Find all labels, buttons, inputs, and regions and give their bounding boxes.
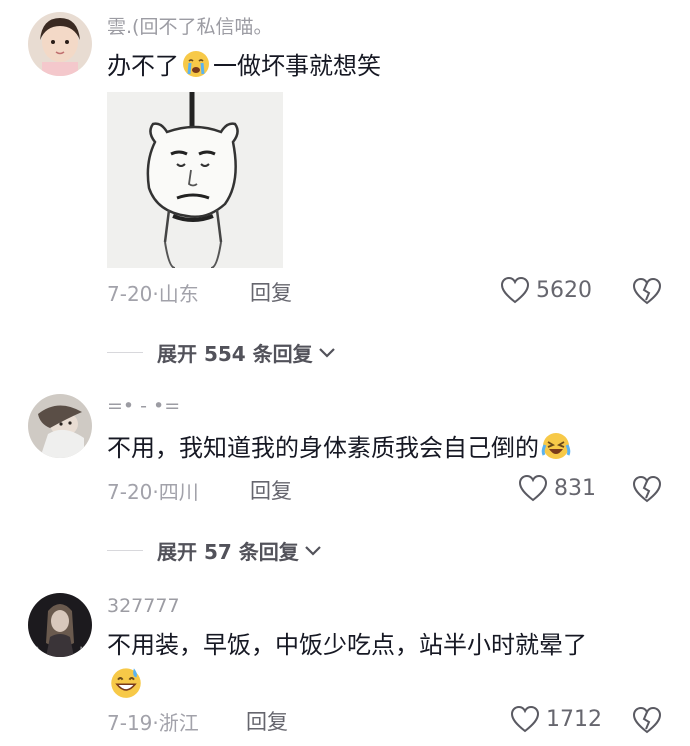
comment-text: 办不了 一做坏事就想笑 bbox=[107, 47, 381, 85]
comment-text-part: 办不了 bbox=[107, 52, 179, 80]
dislike-button[interactable] bbox=[632, 276, 662, 306]
avatar[interactable] bbox=[28, 394, 92, 458]
comment-text-part: 不用装，早饭，中饭少吃点，站半小时就晕了 bbox=[107, 631, 587, 659]
avatar[interactable] bbox=[28, 12, 92, 76]
heart-icon bbox=[510, 705, 540, 733]
like-button[interactable]: 831 bbox=[518, 474, 596, 502]
comment-date: 7-20 bbox=[107, 480, 153, 504]
username[interactable]: =• - •= bbox=[107, 395, 180, 417]
like-button[interactable]: 5620 bbox=[500, 276, 592, 304]
rolling-laughing-face-icon bbox=[541, 431, 571, 461]
heart-icon bbox=[500, 276, 530, 304]
comment-text: 不用，我知道我的身体素质我会自己倒的 bbox=[107, 429, 573, 467]
comment-date: 7-20 bbox=[107, 282, 153, 306]
comment-text: 不用装，早饭，中饭少吃点，站半小时就晕了 bbox=[107, 626, 587, 664]
username[interactable]: 327777 bbox=[107, 595, 180, 617]
comment-date: 7-19 bbox=[107, 711, 153, 735]
chevron-down-icon bbox=[304, 545, 321, 556]
grinning-sweat-face-icon bbox=[109, 665, 143, 699]
comment-text-part: 一做坏事就想笑 bbox=[213, 52, 381, 80]
divider bbox=[107, 352, 143, 353]
comment-meta: 7-19·浙江 bbox=[107, 707, 199, 736]
dislike-button[interactable] bbox=[632, 705, 662, 735]
username[interactable]: 雲.(回不了私信喵。 bbox=[107, 12, 272, 39]
like-count: 1712 bbox=[546, 706, 602, 732]
comment-text-part: 不用，我知道我的身体素质我会自己倒的 bbox=[107, 434, 539, 462]
reply-button[interactable]: 回复 bbox=[250, 277, 292, 307]
avatar[interactable]: O N bbox=[28, 593, 92, 657]
broken-heart-icon bbox=[632, 277, 662, 305]
like-button[interactable]: 1712 bbox=[510, 705, 602, 733]
expand-replies-button[interactable]: 展开 554 条回复 bbox=[107, 338, 337, 367]
crying-face-icon bbox=[181, 49, 211, 79]
like-count: 831 bbox=[554, 475, 596, 501]
dislike-button[interactable] bbox=[632, 474, 662, 504]
reply-button[interactable]: 回复 bbox=[250, 475, 292, 505]
reply-button[interactable]: 回复 bbox=[246, 706, 288, 736]
expand-replies-label: 展开 57 条回复 bbox=[157, 540, 299, 564]
svg-text:N: N bbox=[80, 646, 85, 653]
divider bbox=[107, 550, 143, 551]
comment-location: 四川 bbox=[158, 480, 199, 504]
comment-meta: 7-20·四川 bbox=[107, 476, 199, 505]
comment-meta: 7-20·山东 bbox=[107, 278, 199, 307]
expand-replies-button[interactable]: 展开 57 条回复 bbox=[107, 536, 323, 565]
heart-icon bbox=[518, 474, 548, 502]
chevron-down-icon bbox=[318, 347, 335, 358]
comment-location: 浙江 bbox=[158, 711, 199, 735]
broken-heart-icon bbox=[632, 475, 662, 503]
broken-heart-icon bbox=[632, 706, 662, 734]
expand-replies-label: 展开 554 条回复 bbox=[157, 342, 313, 366]
svg-text:O: O bbox=[34, 646, 39, 653]
comment-location: 山东 bbox=[158, 282, 199, 306]
sticker-image[interactable] bbox=[107, 92, 283, 268]
like-count: 5620 bbox=[536, 277, 592, 303]
